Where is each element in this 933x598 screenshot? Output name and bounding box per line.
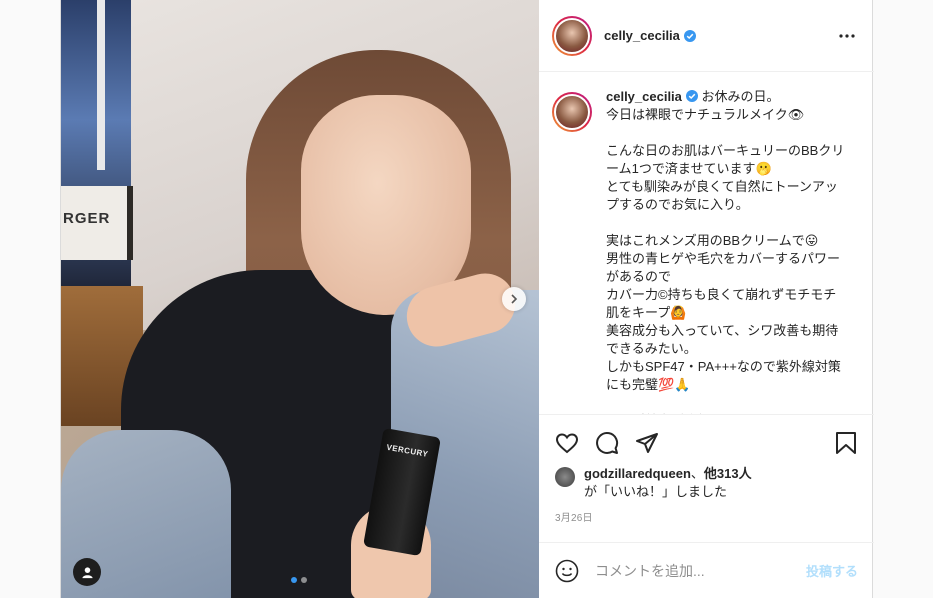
- photo-sign-text: RGER: [63, 210, 111, 227]
- header-username[interactable]: celly_cecilia: [604, 28, 680, 43]
- verified-icon: [683, 29, 696, 42]
- comments-area[interactable]: celly_cecilia お休みの日。 今日は裸眼でナチュラルメイク👁 こんな…: [539, 72, 874, 414]
- carousel-dot: [301, 577, 307, 583]
- caption-text: お休みの日。 今日は裸眼でナチュラルメイク👁 こんな日のお肌はバーキュリーのBB…: [606, 89, 845, 414]
- chevron-right-icon: [511, 294, 518, 304]
- actions-section: godzillaredqueen、他313人が「いいね！」しました 3月26日: [539, 414, 874, 542]
- liker-username[interactable]: godzillaredqueen: [584, 466, 691, 481]
- likes-suffix: が「いいね！」しました: [584, 484, 728, 499]
- verified-icon: [685, 90, 698, 102]
- save-button[interactable]: [834, 431, 858, 455]
- share-icon: [636, 433, 658, 453]
- more-options-button[interactable]: [836, 25, 858, 47]
- header-avatar[interactable]: [552, 15, 592, 56]
- likes-summary: godzillaredqueen、他313人が「いいね！」しました: [555, 465, 858, 501]
- heart-icon: [555, 433, 579, 454]
- likes-separator: 、: [690, 466, 704, 481]
- post-comment-button[interactable]: 投稿する: [806, 561, 858, 580]
- bookmark-icon: [836, 432, 856, 454]
- carousel-next-button[interactable]: [502, 287, 526, 311]
- comment-input[interactable]: コメントを追加...: [595, 561, 806, 581]
- comment-form: コメントを追加... 投稿する: [539, 542, 874, 598]
- photo-sign: RGER: [61, 186, 133, 260]
- carousel-dot-active: [291, 577, 297, 583]
- action-row: [555, 423, 858, 463]
- likes-text: godzillaredqueen、他313人が「いいね！」しました: [584, 465, 752, 501]
- caption-body: celly_cecilia お休みの日。 今日は裸眼でナチュラルメイク👁 こんな…: [606, 88, 846, 414]
- more-icon: [839, 33, 855, 38]
- user-tag-icon: [81, 566, 93, 578]
- likes-others-link[interactable]: 他313人: [704, 466, 752, 481]
- share-button[interactable]: [635, 431, 659, 455]
- emoji-icon: [555, 559, 579, 582]
- tagged-users-button[interactable]: [73, 558, 101, 586]
- post-card: RGER VERCURY celly_cecilia celly_cecilia…: [60, 0, 874, 598]
- like-button[interactable]: [555, 431, 579, 455]
- carousel-dots: [291, 577, 307, 583]
- post-sidebar: celly_cecilia celly_cecilia お休みの日。 今日は裸眼…: [539, 0, 874, 598]
- caption-username[interactable]: celly_cecilia: [606, 89, 682, 104]
- photo-product-text: VERCURY: [385, 442, 430, 459]
- caption-avatar[interactable]: [552, 92, 592, 132]
- photo-window-bar: [97, 0, 105, 170]
- emoji-button[interactable]: [555, 559, 579, 583]
- caption: celly_cecilia お休みの日。 今日は裸眼でナチュラルメイク👁 こんな…: [552, 88, 858, 414]
- comment-icon: [596, 432, 619, 454]
- post-photo[interactable]: RGER VERCURY: [61, 0, 539, 598]
- liker-avatar[interactable]: [555, 467, 575, 487]
- post-header: celly_cecilia: [539, 0, 874, 72]
- comment-button[interactable]: [595, 431, 619, 455]
- post-date[interactable]: 3月26日: [555, 509, 858, 524]
